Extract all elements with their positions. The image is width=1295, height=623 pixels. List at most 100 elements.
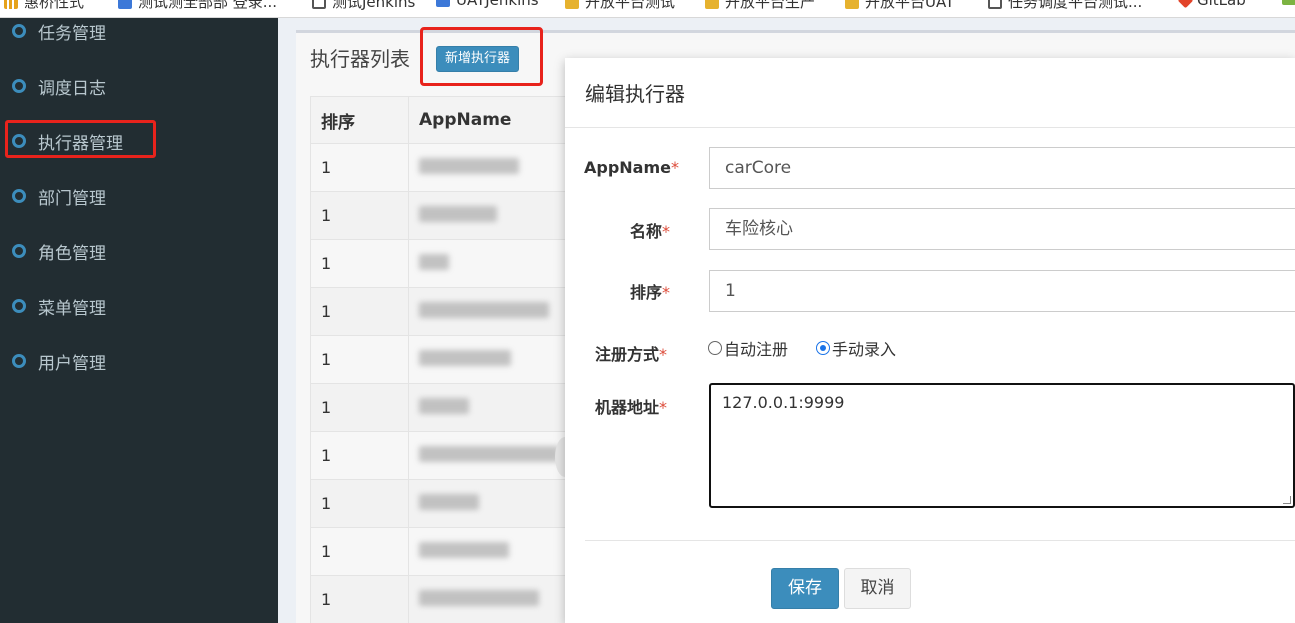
manual-entry-radio[interactable] [816,341,831,355]
folder-icon [845,0,859,9]
register-type-radio-group: 自动注册 手动录入 [708,336,896,360]
page-title: 执行器列表 [310,47,410,71]
order-label: 排序* [630,283,671,302]
table-row[interactable]: 1 [310,431,570,480]
jenkins-icon [436,0,450,7]
cell-order: 1 [310,431,409,480]
table-row[interactable]: 1 [310,143,570,192]
cancel-button[interactable]: 取消 [844,568,911,609]
sidebar-item-schedule-log[interactable]: 调度日志 [0,66,278,106]
sidebar-item-tasks[interactable]: 任务管理 [0,11,278,51]
order-input[interactable]: 1 [709,270,1295,312]
cell-order: 1 [310,287,409,336]
bookmark-item[interactable]: 任务调度平台测试... [988,0,1142,12]
sidebar: 任务管理 调度日志 执行器管理 部门管理 角色管理 菜单管理 用户管理 [0,18,278,623]
cell-order: 1 [310,575,409,623]
cell-order: 1 [310,383,409,432]
executor-table: 排序 AppName 1 1 1 1 1 1 1 1 1 1 [310,96,570,623]
cell-appname [408,383,570,432]
required-mark: * [662,222,671,241]
cell-order: 1 [310,479,409,528]
globe-icon [312,0,326,9]
address-label: 机器地址* [595,398,668,417]
required-mark: * [659,345,668,364]
sidebar-item-menus[interactable]: 菜单管理 [0,286,278,326]
bookmark-item[interactable]: UATJenkins [436,0,539,9]
cell-order: 1 [310,191,409,240]
redacted-text [419,493,479,510]
cell-appname [408,479,570,528]
bookmark-icon [1282,0,1295,5]
redacted-text [419,157,519,174]
auto-register-label[interactable]: 自动注册 [724,336,788,360]
folder-icon [705,0,719,9]
cell-order: 1 [310,239,409,288]
table-row[interactable]: 1 [310,479,570,528]
redacted-text [419,589,539,606]
modal-title: 编辑执行器 [585,82,685,106]
circle-icon [12,244,26,258]
bookmark-item[interactable]: 测试Jenkins [312,0,415,12]
redacted-text [419,205,497,222]
table-row[interactable]: 1 [310,527,570,576]
column-header-appname[interactable]: AppName [408,96,570,144]
table-row[interactable]: 1 [310,335,570,384]
cell-appname [408,143,570,192]
bookmark-item[interactable]: 开放平台测试 [565,0,675,12]
column-header-order[interactable]: 排序 [310,96,409,144]
circle-icon [12,299,26,313]
name-input[interactable]: 车险核心 [709,208,1295,250]
modal-header: 编辑执行器 [565,58,1295,128]
cell-appname [408,191,570,240]
circle-icon [12,354,26,368]
circle-icon [12,79,26,93]
appname-input[interactable]: carCore [709,147,1295,189]
sidebar-item-users[interactable]: 用户管理 [0,341,278,381]
cell-order: 1 [310,527,409,576]
redacted-text [419,397,469,414]
edit-executor-modal: 编辑执行器 AppName* carCore 名称* 车险核心 排序* 1 注册… [565,58,1295,623]
table-row[interactable]: 1 [310,191,570,240]
table-row[interactable]: 1 [310,383,570,432]
folder-icon [565,0,579,9]
redacted-text [419,301,549,318]
redacted-text [419,541,509,558]
manual-entry-label[interactable]: 手动录入 [832,336,896,360]
redacted-text [419,253,449,270]
people-icon [118,0,132,9]
resize-handle-icon[interactable] [1283,496,1291,504]
required-mark: * [662,283,671,302]
table-row[interactable]: 1 [310,287,570,336]
redacted-text [419,349,511,366]
table-row[interactable]: 1 [310,575,570,623]
address-value: 127.0.0.1:9999 [722,393,845,412]
divider [585,540,1295,541]
annotation-highlight [5,120,156,158]
save-button[interactable]: 保存 [771,568,839,609]
annotation-highlight [420,27,543,86]
gitlab-icon [1177,0,1194,8]
bookmark-item[interactable]: 开放平台UAT [845,0,954,12]
name-label: 名称* [630,222,671,241]
required-mark: * [659,398,668,417]
circle-icon [12,189,26,203]
auto-register-radio[interactable] [708,341,722,355]
sidebar-item-roles[interactable]: 角色管理 [0,231,278,271]
bookmark-item[interactable] [1282,0,1295,5]
sidebar-item-departments[interactable]: 部门管理 [0,176,278,216]
cell-appname [408,335,570,384]
cell-appname [408,287,570,336]
bars-icon [4,0,18,9]
bookmark-item[interactable]: GitLab [1177,0,1246,9]
appname-label: AppName* [584,158,679,177]
bookmark-item[interactable]: 开放平台生产 [705,0,815,12]
circle-icon [12,24,26,38]
cell-order: 1 [310,143,409,192]
table-header-row: 排序 AppName [310,96,570,144]
table-row[interactable]: 1 [310,239,570,288]
required-mark: * [671,158,679,177]
cell-appname [408,527,570,576]
cell-order: 1 [310,335,409,384]
address-textarea[interactable]: 127.0.0.1:9999 [709,383,1295,508]
cell-appname [408,575,570,623]
